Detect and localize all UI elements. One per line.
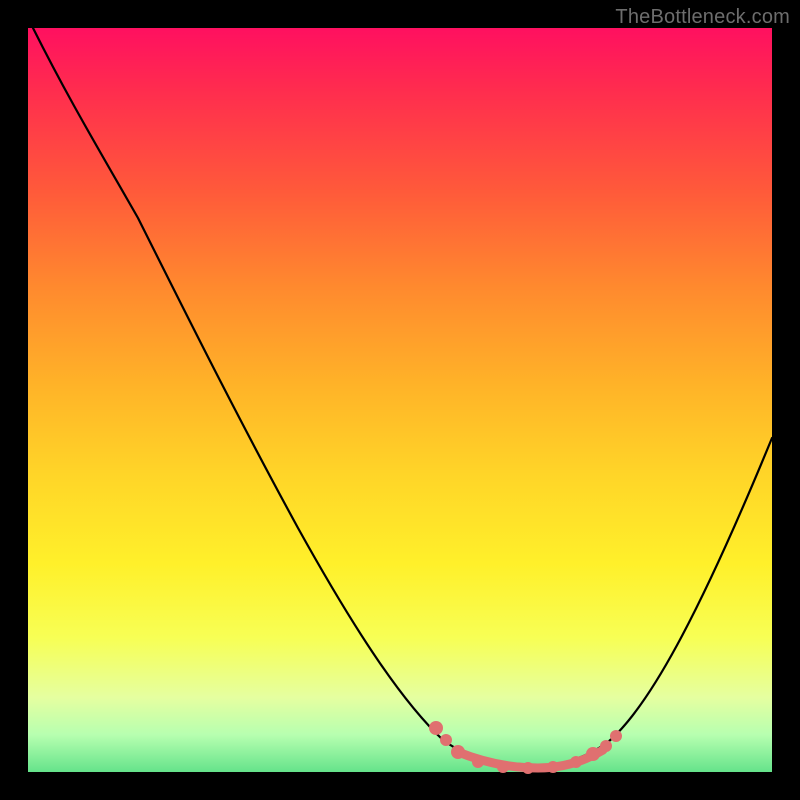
chart-plot-area <box>28 28 772 772</box>
marker-dot <box>497 761 509 773</box>
marker-dot <box>600 740 612 752</box>
watermark-text: TheBottleneck.com <box>615 6 790 29</box>
marker-dot <box>586 747 600 761</box>
marker-dot <box>440 734 452 746</box>
chart-frame: TheBottleneck.com <box>0 0 800 800</box>
marker-dot <box>451 745 465 759</box>
bottleneck-curve <box>33 28 772 766</box>
marker-dot <box>472 756 484 768</box>
marker-dot <box>522 762 534 774</box>
marker-dot <box>429 721 443 735</box>
chart-svg <box>28 28 772 772</box>
marker-dot <box>610 730 622 742</box>
marker-dot <box>547 761 559 773</box>
marker-dot <box>570 756 582 768</box>
